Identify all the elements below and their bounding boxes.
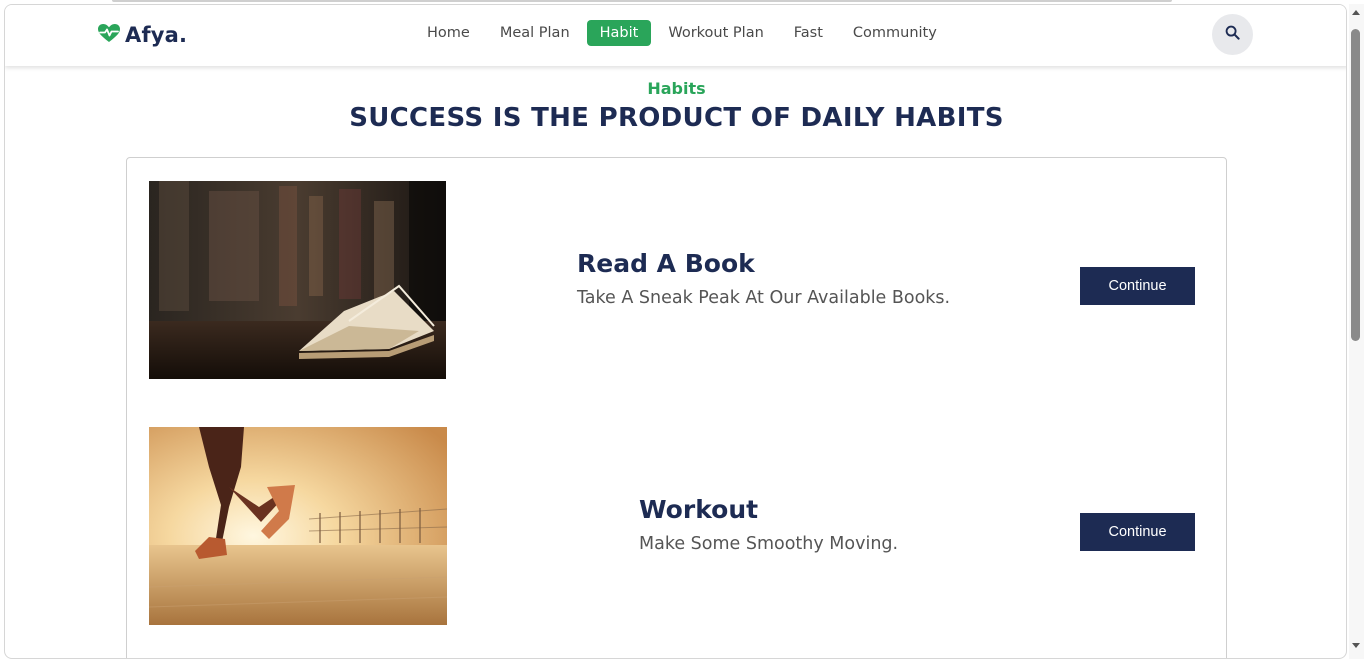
search-button[interactable] xyxy=(1212,14,1253,55)
nav-meal-plan[interactable]: Meal Plan xyxy=(487,20,583,46)
main-nav: Home Meal Plan Habit Workout Plan Fast C… xyxy=(414,20,954,46)
runner-photo xyxy=(149,427,447,625)
heartbeat-icon xyxy=(97,23,121,47)
habits-card: Read A Book Take A Sneak Peak At Our Ava… xyxy=(126,157,1227,658)
habit-title: Workout xyxy=(639,495,759,524)
page-frame: Afya. Home Meal Plan Habit Workout Plan … xyxy=(4,4,1347,659)
scrollbar-thumb[interactable] xyxy=(1351,29,1360,341)
scroll-down-icon[interactable] xyxy=(1352,643,1360,648)
nav-fast[interactable]: Fast xyxy=(781,20,836,46)
continue-workout-button[interactable]: Continue xyxy=(1080,513,1195,551)
habit-description: Take A Sneak Peak At Our Available Books… xyxy=(577,288,951,308)
habit-title: Read A Book xyxy=(577,249,755,278)
continue-read-book-button[interactable]: Continue xyxy=(1080,267,1195,305)
brand-name: Afya. xyxy=(125,23,188,47)
open-book-photo xyxy=(149,181,446,379)
nav-home[interactable]: Home xyxy=(414,20,483,46)
habit-description: Make Some Smoothy Moving. xyxy=(639,534,899,554)
nav-habit[interactable]: Habit xyxy=(586,20,652,46)
section-kicker: Habits xyxy=(647,79,706,98)
top-edge-line xyxy=(112,0,1172,2)
nav-community[interactable]: Community xyxy=(840,20,950,46)
scroll-up-icon[interactable] xyxy=(1352,10,1360,15)
navbar: Afya. Home Meal Plan Habit Workout Plan … xyxy=(5,5,1346,66)
scrollbar[interactable] xyxy=(1349,4,1364,659)
page-title: SUCCESS IS THE PRODUCT OF DAILY HABITS xyxy=(349,103,1004,133)
brand-logo[interactable]: Afya. xyxy=(97,23,187,47)
search-icon xyxy=(1225,25,1240,44)
nav-workout-plan[interactable]: Workout Plan xyxy=(655,20,776,46)
